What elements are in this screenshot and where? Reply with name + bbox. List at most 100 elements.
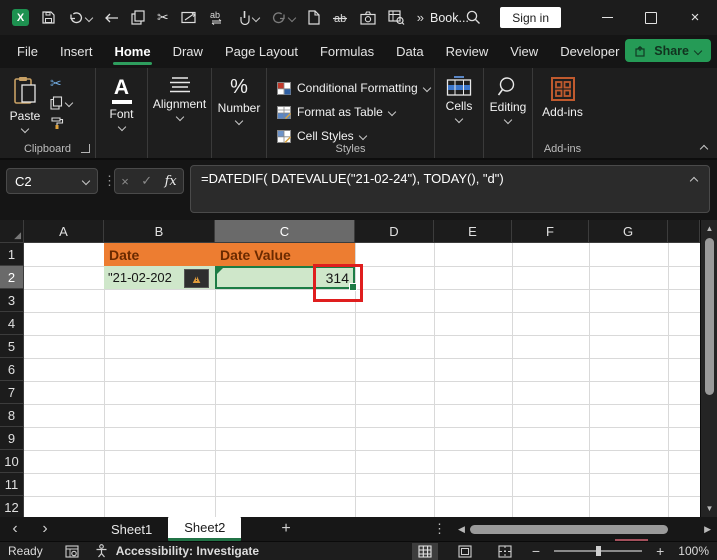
sign-in-button[interactable]: Sign in — [500, 7, 561, 28]
horizontal-scroll-thumb[interactable] — [470, 525, 668, 534]
touch-mode-icon[interactable] — [238, 10, 260, 25]
editing-button[interactable]: Editing — [484, 68, 532, 125]
tab-insert[interactable]: Insert — [49, 35, 104, 68]
cells-button[interactable]: Cells — [435, 68, 483, 124]
zoom-slider[interactable] — [554, 546, 643, 556]
accessibility-status[interactable]: Accessibility: Investigate — [116, 544, 259, 558]
macro-record-icon[interactable] — [65, 544, 79, 558]
tab-draw[interactable]: Draw — [162, 35, 214, 68]
insert-function-icon[interactable]: fx — [165, 174, 177, 189]
sheet-tab-sheet2[interactable]: Sheet2 — [168, 517, 242, 541]
copy-icon[interactable] — [131, 10, 145, 25]
undo-dropdown-icon[interactable] — [84, 13, 94, 22]
tab-file[interactable]: File — [6, 35, 49, 68]
new-file-icon[interactable] — [307, 10, 320, 25]
column-header-D[interactable]: D — [355, 220, 434, 243]
sheet-tab-sheet1[interactable]: Sheet1 — [95, 517, 168, 541]
column-header-F[interactable]: F — [512, 220, 589, 243]
select-all-button[interactable]: ◢ — [0, 220, 24, 243]
row-header-3[interactable]: 3 — [0, 289, 24, 312]
page-layout-view-button[interactable] — [452, 543, 478, 560]
number-button[interactable]: % Number — [212, 68, 266, 126]
minimize-button[interactable] — [585, 0, 629, 35]
normal-view-button[interactable] — [411, 542, 438, 560]
cut-icon[interactable]: ✂ — [157, 9, 169, 26]
new-sheet-button[interactable]: + — [281, 520, 290, 538]
paste-dropdown-icon[interactable] — [20, 124, 30, 134]
edit-draft-icon[interactable] — [181, 11, 197, 24]
row-header-6[interactable]: 6 — [0, 358, 24, 381]
column-header-C[interactable]: C — [215, 220, 355, 243]
row-header-7[interactable]: 7 — [0, 381, 24, 404]
sheet-next-icon[interactable]: › — [30, 520, 60, 538]
excel-logo-icon[interactable]: X — [12, 9, 29, 26]
tab-page-layout[interactable]: Page Layout — [214, 35, 309, 68]
row-header-10[interactable]: 10 — [0, 450, 24, 473]
undo-icon[interactable] — [68, 11, 94, 25]
page-break-preview-button[interactable] — [492, 543, 518, 560]
scroll-down-icon[interactable]: ▼ — [701, 504, 717, 513]
formula-bar-collapse-icon[interactable] — [689, 176, 699, 186]
tab-review[interactable]: Review — [435, 35, 500, 68]
zoom-out-button[interactable]: − — [532, 543, 540, 559]
cells-dropdown-icon[interactable] — [454, 114, 464, 124]
tab-view[interactable]: View — [499, 35, 549, 68]
redo-icon[interactable] — [271, 11, 296, 25]
cut-button[interactable]: ✂ — [50, 76, 72, 90]
column-header-B[interactable]: B — [104, 220, 215, 243]
row-header-2[interactable]: 2 — [0, 266, 24, 289]
row-header-12[interactable]: 12 — [0, 496, 24, 519]
ribbon-collapse-icon[interactable] — [699, 144, 709, 154]
cell-B1[interactable]: Date — [104, 243, 215, 266]
save-icon[interactable] — [41, 10, 56, 25]
error-checking-button[interactable]: ▲! — [184, 269, 209, 288]
touch-mode-dropdown-icon[interactable] — [251, 13, 260, 22]
name-box[interactable]: C2 — [6, 168, 98, 194]
scroll-up-icon[interactable]: ▲ — [701, 224, 717, 233]
tab-data[interactable]: Data — [385, 35, 434, 68]
close-button[interactable]: × — [673, 0, 717, 35]
scroll-left-icon[interactable]: ◀ — [458, 524, 465, 535]
camera-icon[interactable] — [360, 10, 376, 25]
accessibility-icon[interactable] — [95, 544, 108, 558]
editing-dropdown-icon[interactable] — [503, 115, 513, 125]
enter-icon[interactable]: ✓ — [141, 173, 152, 189]
scroll-right-icon[interactable]: ▶ — [704, 524, 711, 535]
font-dropdown-icon[interactable] — [117, 122, 126, 132]
sheet-prev-icon[interactable]: ‹ — [0, 520, 30, 538]
redo-dropdown-icon[interactable] — [287, 13, 296, 22]
cell-C1[interactable]: Date Value — [215, 243, 355, 266]
table-search-icon[interactable] — [388, 10, 405, 25]
row-header-1[interactable]: 1 — [0, 243, 24, 266]
alignment-dropdown-icon[interactable] — [175, 112, 184, 122]
column-header-partial[interactable] — [668, 220, 700, 243]
number-dropdown-icon[interactable] — [234, 116, 244, 126]
row-header-4[interactable]: 4 — [0, 312, 24, 335]
zoom-in-button[interactable]: + — [656, 543, 664, 559]
cancel-icon[interactable]: × — [121, 174, 129, 189]
addins-button[interactable]: Add-ins — [533, 68, 592, 119]
copy-button[interactable] — [50, 96, 74, 110]
column-header-E[interactable]: E — [434, 220, 512, 243]
zoom-level[interactable]: 100% — [678, 544, 709, 558]
column-header-A[interactable]: A — [24, 220, 104, 243]
vertical-scroll-thumb[interactable] — [705, 238, 714, 395]
replace-icon[interactable]: ab — [209, 10, 226, 25]
row-header-9[interactable]: 9 — [0, 427, 24, 450]
tab-home[interactable]: Home — [103, 35, 161, 68]
maximize-button[interactable] — [629, 0, 673, 35]
paste-button[interactable]: Paste — [0, 68, 50, 134]
format-painter-button[interactable] — [50, 116, 72, 130]
back-arrow-icon[interactable] — [104, 12, 119, 24]
status-mode[interactable]: Ready — [8, 544, 43, 558]
qat-overflow-icon[interactable]: » — [417, 10, 424, 25]
name-box-dropdown-icon[interactable] — [81, 176, 91, 186]
formula-input[interactable]: =DATEDIF( DATEVALUE("21-02-24"), TODAY()… — [190, 165, 710, 213]
strikethrough-icon[interactable]: ab — [332, 11, 348, 25]
format-as-table-button[interactable]: Format as Table — [277, 101, 434, 123]
alignment-button[interactable]: Alignment — [148, 68, 211, 122]
row-header-5[interactable]: 5 — [0, 335, 24, 358]
tab-developer[interactable]: Developer — [549, 35, 630, 68]
share-button[interactable]: Share — [625, 39, 711, 62]
font-button[interactable]: A Font — [96, 68, 147, 132]
